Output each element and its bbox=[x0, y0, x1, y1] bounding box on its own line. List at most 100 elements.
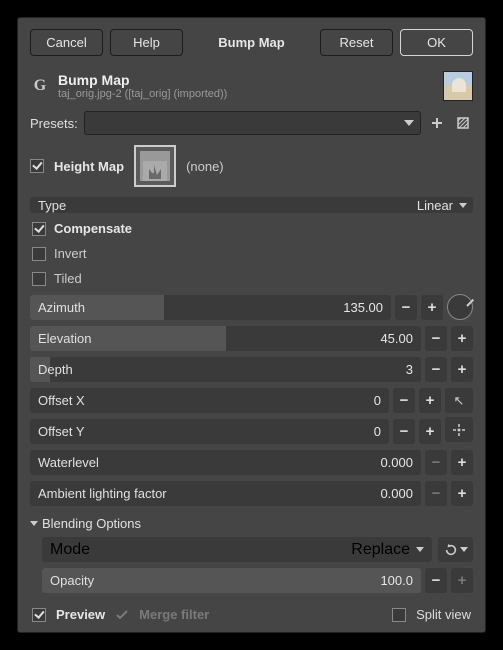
image-placeholder-icon bbox=[143, 161, 167, 181]
cancel-button[interactable]: Cancel bbox=[30, 29, 103, 56]
depth-label: Depth bbox=[38, 362, 73, 377]
dialog-button-bar: Cancel Help Bump Map Reset OK bbox=[18, 18, 485, 65]
preset-menu-button[interactable] bbox=[453, 113, 473, 133]
ambient-value: 0.000 bbox=[380, 486, 413, 501]
mode-dropdown[interactable]: Mode Replace bbox=[42, 537, 432, 562]
type-value: Linear bbox=[417, 198, 453, 213]
ambient-label: Ambient lighting factor bbox=[38, 486, 167, 501]
preset-add-button[interactable] bbox=[427, 113, 447, 133]
azimuth-increment-button[interactable]: + bbox=[421, 295, 443, 320]
chevron-down-icon bbox=[459, 203, 467, 208]
height-map-source-button[interactable] bbox=[134, 145, 176, 187]
offset-center-button[interactable] bbox=[445, 417, 473, 442]
offset-y-decrement-button[interactable]: − bbox=[393, 419, 415, 444]
chevron-down-icon bbox=[460, 547, 468, 552]
chevron-down-icon bbox=[30, 521, 38, 526]
depth-value: 3 bbox=[406, 362, 413, 377]
azimuth-slider[interactable]: Azimuth 135.00 bbox=[30, 295, 391, 320]
height-map-label: Height Map bbox=[54, 159, 124, 174]
depth-slider[interactable]: Depth 3 bbox=[30, 357, 421, 382]
type-dropdown[interactable]: Type Linear bbox=[30, 197, 473, 213]
help-button[interactable]: Help bbox=[110, 29, 183, 56]
opacity-label: Opacity bbox=[50, 573, 94, 588]
height-map-checkbox[interactable] bbox=[30, 159, 44, 173]
elevation-value: 45.00 bbox=[380, 331, 413, 346]
opacity-increment-button[interactable]: + bbox=[451, 568, 473, 593]
elevation-increment-button[interactable]: + bbox=[451, 326, 473, 351]
blending-options-expander[interactable]: Blending Options bbox=[30, 512, 473, 531]
tiled-checkbox[interactable] bbox=[32, 272, 46, 286]
azimuth-dial[interactable] bbox=[447, 294, 473, 320]
waterlevel-decrement-button[interactable]: − bbox=[425, 450, 447, 475]
invert-checkbox[interactable] bbox=[32, 247, 46, 261]
image-subtitle: taj_orig.jpg-2 ([taj_orig] (imported)) bbox=[58, 88, 435, 100]
offset-y-increment-button[interactable]: + bbox=[419, 419, 441, 444]
opacity-decrement-button[interactable]: − bbox=[425, 568, 447, 593]
dialog-title: Bump Map bbox=[190, 29, 313, 56]
azimuth-label: Azimuth bbox=[38, 300, 85, 315]
opacity-slider[interactable]: Opacity 100.0 bbox=[42, 568, 421, 593]
compensate-label: Compensate bbox=[54, 221, 132, 236]
merge-filter-label: Merge filter bbox=[139, 607, 209, 622]
opacity-row: Opacity 100.0 − + bbox=[42, 568, 473, 593]
offset-pick-button[interactable]: ↖ bbox=[445, 388, 473, 413]
waterlevel-label: Waterlevel bbox=[38, 455, 99, 470]
offset-y-row: Offset Y 0 − + bbox=[30, 419, 441, 444]
depth-row: Depth 3 − + bbox=[30, 357, 473, 382]
preview-checkbox[interactable] bbox=[32, 608, 46, 622]
elevation-label: Elevation bbox=[38, 331, 91, 346]
azimuth-decrement-button[interactable]: − bbox=[395, 295, 417, 320]
header-bar: G Bump Map taj_orig.jpg-2 ([taj_orig] (i… bbox=[18, 65, 485, 105]
invert-label: Invert bbox=[54, 246, 87, 261]
presets-label: Presets: bbox=[30, 116, 78, 131]
offset-x-increment-button[interactable]: + bbox=[419, 388, 441, 413]
ambient-increment-button[interactable]: + bbox=[451, 481, 473, 506]
ambient-slider[interactable]: Ambient lighting factor 0.000 bbox=[30, 481, 421, 506]
gimp-logo-icon: G bbox=[30, 76, 50, 96]
reset-button[interactable]: Reset bbox=[320, 29, 393, 56]
azimuth-value: 135.00 bbox=[343, 300, 383, 315]
split-view-label: Split view bbox=[416, 607, 471, 622]
compensate-checkbox[interactable] bbox=[32, 222, 46, 236]
waterlevel-row: Waterlevel 0.000 − + bbox=[30, 450, 473, 475]
ambient-decrement-button[interactable]: − bbox=[425, 481, 447, 506]
elevation-decrement-button[interactable]: − bbox=[425, 326, 447, 351]
height-map-row: Height Map (none) bbox=[30, 141, 473, 191]
filter-name: Bump Map bbox=[58, 72, 435, 88]
mode-value: Replace bbox=[351, 541, 410, 559]
offset-x-decrement-button[interactable]: − bbox=[393, 388, 415, 413]
opacity-value: 100.0 bbox=[380, 573, 413, 588]
offset-y-slider[interactable]: Offset Y 0 bbox=[30, 419, 389, 444]
offset-x-value: 0 bbox=[374, 393, 381, 408]
type-label: Type bbox=[38, 198, 66, 213]
mode-reset-button[interactable] bbox=[438, 537, 473, 562]
merge-filter-check-icon bbox=[115, 608, 129, 622]
blending-options-label: Blending Options bbox=[42, 516, 141, 531]
tiled-label: Tiled bbox=[54, 271, 82, 286]
footer-bar: Preview Merge filter Split view bbox=[30, 599, 473, 622]
waterlevel-value: 0.000 bbox=[380, 455, 413, 470]
offset-x-slider[interactable]: Offset X 0 bbox=[30, 388, 389, 413]
elevation-row: Elevation 45.00 − + bbox=[30, 326, 473, 351]
elevation-slider[interactable]: Elevation 45.00 bbox=[30, 326, 421, 351]
ambient-row: Ambient lighting factor 0.000 − + bbox=[30, 481, 473, 506]
depth-decrement-button[interactable]: − bbox=[425, 357, 447, 382]
ok-button[interactable]: OK bbox=[400, 29, 473, 56]
waterlevel-increment-button[interactable]: + bbox=[451, 450, 473, 475]
height-map-value: (none) bbox=[186, 159, 224, 174]
reset-arrow-icon bbox=[444, 543, 458, 557]
chevron-down-icon bbox=[404, 120, 414, 126]
azimuth-row: Azimuth 135.00 − + bbox=[30, 294, 473, 320]
waterlevel-slider[interactable]: Waterlevel 0.000 bbox=[30, 450, 421, 475]
pointer-icon: ↖ bbox=[454, 393, 465, 409]
center-target-icon bbox=[451, 422, 467, 438]
offset-x-row: Offset X 0 − + bbox=[30, 388, 441, 413]
presets-dropdown[interactable] bbox=[84, 111, 421, 135]
chevron-down-icon bbox=[416, 547, 424, 552]
preview-label: Preview bbox=[56, 607, 105, 622]
offset-y-label: Offset Y bbox=[38, 424, 85, 439]
presets-row: Presets: bbox=[30, 111, 473, 135]
depth-increment-button[interactable]: + bbox=[451, 357, 473, 382]
offset-x-label: Offset X bbox=[38, 393, 85, 408]
split-view-checkbox[interactable] bbox=[392, 608, 406, 622]
